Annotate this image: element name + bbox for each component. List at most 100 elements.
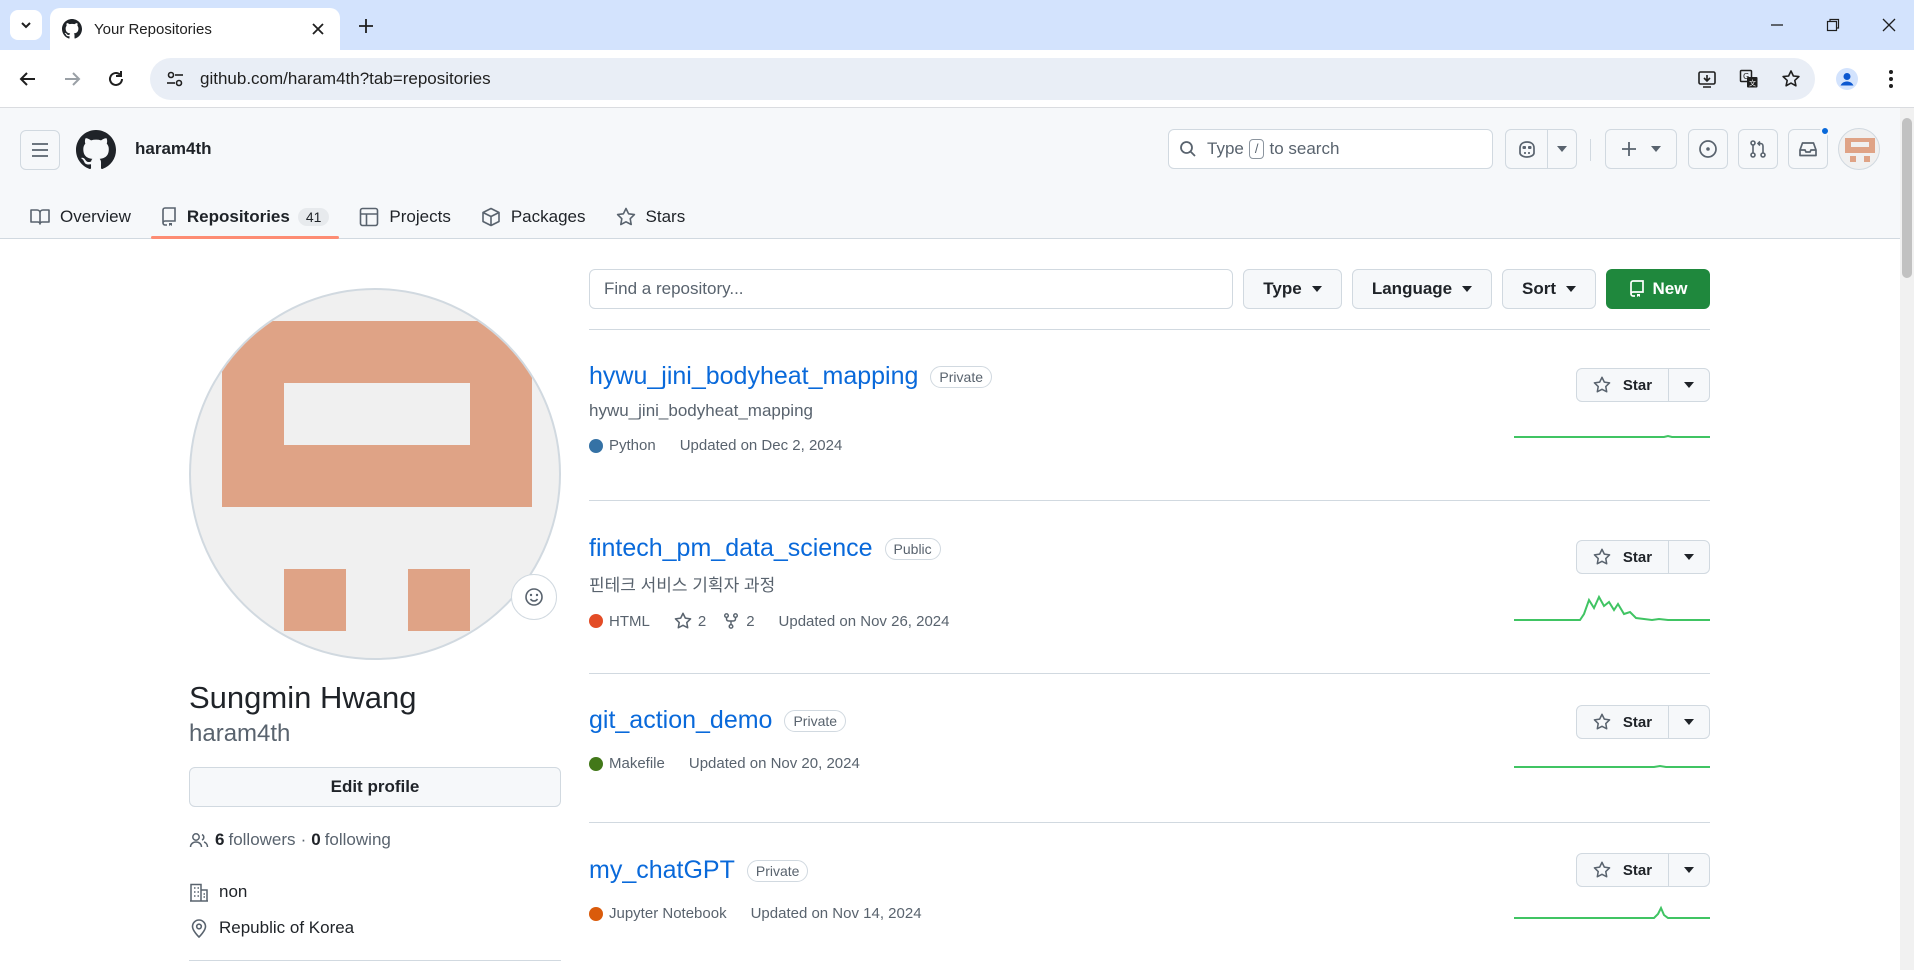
star-label: Star xyxy=(1622,376,1653,394)
star-icon xyxy=(1593,548,1611,565)
followers-label: followers xyxy=(228,830,296,849)
set-status-button[interactable] xyxy=(511,574,557,620)
star-icon xyxy=(1593,861,1611,878)
reload-button[interactable] xyxy=(100,63,132,95)
tab-overview[interactable]: Overview xyxy=(20,196,141,238)
find-repository-input[interactable]: Find a repository... xyxy=(589,269,1233,309)
tab-repositories[interactable]: Repositories 41 xyxy=(150,196,340,239)
activity-sparkline xyxy=(1514,434,1710,438)
star-icon xyxy=(1593,713,1611,730)
tab-projects[interactable]: Projects xyxy=(349,196,460,238)
language-name: Python xyxy=(609,437,656,454)
repo-name-link[interactable]: hywu_jini_bodyheat_mapping xyxy=(589,362,918,391)
browser-tab-active[interactable]: Your Repositories xyxy=(50,8,340,50)
repo-name-link[interactable]: my_chatGPT xyxy=(589,856,735,885)
language-name: Makefile xyxy=(609,755,665,772)
star-button[interactable]: Star xyxy=(1577,369,1669,401)
browser-menu-button[interactable] xyxy=(1876,62,1906,96)
language-filter-button[interactable]: Language xyxy=(1352,269,1492,309)
forward-button[interactable] xyxy=(56,63,88,95)
copilot-dropdown-button[interactable] xyxy=(1548,146,1576,152)
following-link[interactable]: 0 following xyxy=(311,830,391,850)
star-button-group: Star xyxy=(1576,540,1710,574)
translate-icon: G文 xyxy=(1739,69,1758,88)
address-bar[interactable]: github.com/haram4th?tab=repositories G文 xyxy=(150,58,1815,100)
repo-forks-link[interactable]: 2 xyxy=(722,612,755,630)
repo-name-link[interactable]: fintech_pm_data_science xyxy=(589,534,873,563)
star-icon xyxy=(1593,376,1611,393)
repo-name-link[interactable]: git_action_demo xyxy=(589,706,772,735)
more-vertical-icon xyxy=(1889,70,1893,88)
organization-icon xyxy=(190,883,208,902)
page-scrollbar-thumb[interactable] xyxy=(1902,118,1912,278)
triangle-down-icon xyxy=(1557,146,1567,152)
triangle-down-icon xyxy=(1684,867,1694,873)
edit-profile-button[interactable]: Edit profile xyxy=(189,767,561,807)
close-window-button[interactable] xyxy=(1872,10,1906,40)
user-avatar-button[interactable] xyxy=(1838,128,1880,170)
tab-search-button[interactable] xyxy=(10,10,42,40)
tab-stars-label: Stars xyxy=(645,207,686,226)
followers-link[interactable]: 6 followers xyxy=(215,830,296,850)
repo-stargazers-link[interactable]: 2 xyxy=(674,612,706,630)
profile-avatar[interactable] xyxy=(189,288,561,660)
translate-button[interactable]: G文 xyxy=(1731,61,1767,97)
forks-count: 2 xyxy=(746,612,755,630)
global-search-input[interactable]: Type / to search xyxy=(1168,129,1493,169)
new-button-label: New xyxy=(1652,279,1688,298)
sort-label: Sort xyxy=(1522,279,1556,298)
github-header: haram4th Type / to search Overview Repos… xyxy=(0,108,1900,239)
issues-button[interactable] xyxy=(1688,129,1728,169)
minimize-button[interactable] xyxy=(1760,10,1794,40)
repo-icon xyxy=(162,207,176,226)
github-logo-icon[interactable] xyxy=(76,130,116,170)
copilot-button-group[interactable] xyxy=(1505,129,1577,169)
create-new-button[interactable] xyxy=(1605,129,1677,169)
global-nav-menu-button[interactable] xyxy=(20,130,60,170)
bookmark-star-button[interactable] xyxy=(1773,61,1809,97)
tab-repositories-label: Repositories xyxy=(186,207,290,226)
back-button[interactable] xyxy=(12,63,44,95)
star-label: Star xyxy=(1622,713,1653,731)
tab-title: Your Repositories xyxy=(94,20,212,38)
star-button[interactable]: Star xyxy=(1577,541,1669,573)
star-button[interactable]: Star xyxy=(1577,706,1669,738)
activity-sparkline xyxy=(1514,594,1710,622)
new-tab-button[interactable] xyxy=(352,12,380,40)
list-divider xyxy=(589,500,1710,501)
language-name: HTML xyxy=(609,612,650,630)
header-username-link[interactable]: haram4th xyxy=(135,139,212,159)
search-suffix-text: to search xyxy=(1269,139,1340,158)
github-favicon-icon xyxy=(62,19,82,39)
notification-indicator xyxy=(1820,126,1830,136)
tab-overview-label: Overview xyxy=(60,207,131,226)
star-button[interactable]: Star xyxy=(1577,854,1669,886)
sort-button[interactable]: Sort xyxy=(1502,269,1596,309)
star-list-dropdown[interactable] xyxy=(1669,369,1709,401)
type-filter-button[interactable]: Type xyxy=(1243,269,1342,309)
tab-close-button[interactable] xyxy=(308,19,328,39)
triangle-down-icon xyxy=(1684,382,1694,388)
repo-updated: Updated on Nov 20, 2024 xyxy=(688,755,860,772)
copilot-button[interactable] xyxy=(1506,130,1548,168)
new-repository-button[interactable]: New xyxy=(1606,269,1710,309)
activity-sparkline xyxy=(1514,905,1710,919)
star-list-dropdown[interactable] xyxy=(1669,854,1709,886)
pull-requests-button[interactable] xyxy=(1738,129,1778,169)
visibility-badge: Private xyxy=(930,365,992,388)
repo-updated: Updated on Dec 2, 2024 xyxy=(679,437,843,454)
restore-button[interactable] xyxy=(1816,10,1850,40)
tab-packages[interactable]: Packages xyxy=(471,196,596,238)
git-pull-request-icon xyxy=(1750,140,1766,158)
search-shortcut-key: / xyxy=(1248,139,1265,159)
install-app-button[interactable] xyxy=(1689,61,1725,97)
table-icon xyxy=(360,207,379,227)
tab-stars[interactable]: Stars xyxy=(606,196,696,238)
site-info-button[interactable] xyxy=(154,58,196,100)
star-list-dropdown[interactable] xyxy=(1669,706,1709,738)
star-list-dropdown[interactable] xyxy=(1669,541,1709,573)
profile-tab-nav: Overview Repositories 41 Projects Packag… xyxy=(20,196,705,239)
star-button-group: Star xyxy=(1576,705,1710,739)
url-text[interactable]: github.com/haram4th?tab=repositories xyxy=(200,69,1689,89)
browser-profile-button[interactable] xyxy=(1830,62,1864,96)
